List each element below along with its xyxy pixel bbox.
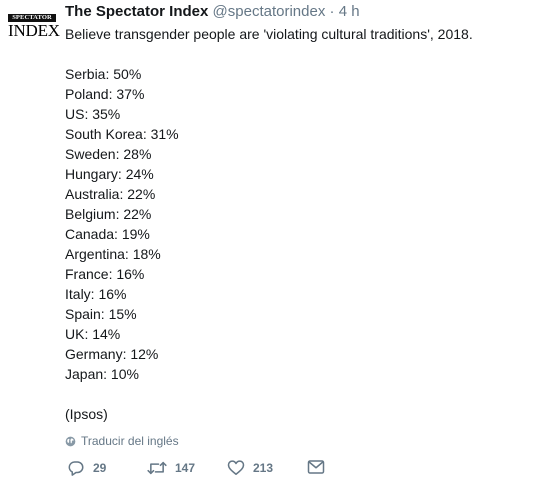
list-item: Argentina: 18% — [65, 246, 161, 262]
list-item: Australia: 22% — [65, 186, 156, 202]
tweet-body: Believe transgender people are 'violatin… — [65, 24, 544, 424]
list-item: Canada: 19% — [65, 226, 150, 242]
retweet-count: 147 — [175, 461, 196, 475]
list-item: Japan: 10% — [65, 366, 139, 382]
like-icon — [227, 459, 245, 476]
tweet-header: The Spectator Index @spectatorindex · 4 … — [65, 3, 544, 21]
list-item: Belgium: 22% — [65, 206, 152, 222]
list-item: France: 16% — [65, 266, 145, 282]
time-separator: · — [329, 3, 335, 20]
list-item: Germany: 12% — [65, 346, 159, 362]
list-item: Italy: 16% — [65, 286, 127, 302]
direct-message-icon — [307, 459, 325, 475]
tweet-source: (Ipsos) — [65, 406, 108, 422]
list-item: Sweden: 28% — [65, 146, 152, 162]
list-item: US: 35% — [65, 106, 121, 122]
list-item: Spain: 15% — [65, 306, 137, 322]
reply-count: 29 — [93, 461, 107, 475]
translate-label[interactable]: Traducir del inglés — [81, 433, 179, 449]
display-name[interactable]: The Spectator Index — [65, 3, 208, 20]
list-item: Serbia: 50% — [65, 66, 142, 82]
translate-link[interactable]: Traducir del inglés — [65, 433, 544, 449]
globe-icon — [65, 436, 76, 447]
list-item: UK: 14% — [65, 326, 121, 342]
retweet-button[interactable]: 147 — [147, 459, 195, 477]
retweet-icon — [147, 459, 167, 477]
list-item: South Korea: 31% — [65, 126, 179, 142]
list-item: Poland: 37% — [65, 86, 145, 102]
tweet-title: Believe transgender people are 'violatin… — [65, 26, 473, 42]
direct-message-button[interactable] — [307, 459, 325, 475]
avatar[interactable]: SPECTATOR INDEX — [8, 14, 60, 44]
like-button[interactable]: 213 — [227, 459, 273, 476]
tweet-actions: 29 147 213 — [65, 459, 544, 479]
tweet-content: The Spectator Index @spectatorindex · 4 … — [65, 0, 544, 476]
reply-button[interactable]: 29 — [67, 459, 106, 477]
tweet: SPECTATOR INDEX The Spectator Index @spe… — [0, 0, 552, 482]
list-item: Hungary: 24% — [65, 166, 154, 182]
reply-icon — [67, 459, 85, 477]
user-handle[interactable]: @spectatorindex — [213, 3, 326, 20]
timestamp[interactable]: 4 h — [339, 3, 360, 20]
avatar-logo-bottom: INDEX — [8, 21, 60, 40]
like-count: 213 — [253, 460, 274, 475]
